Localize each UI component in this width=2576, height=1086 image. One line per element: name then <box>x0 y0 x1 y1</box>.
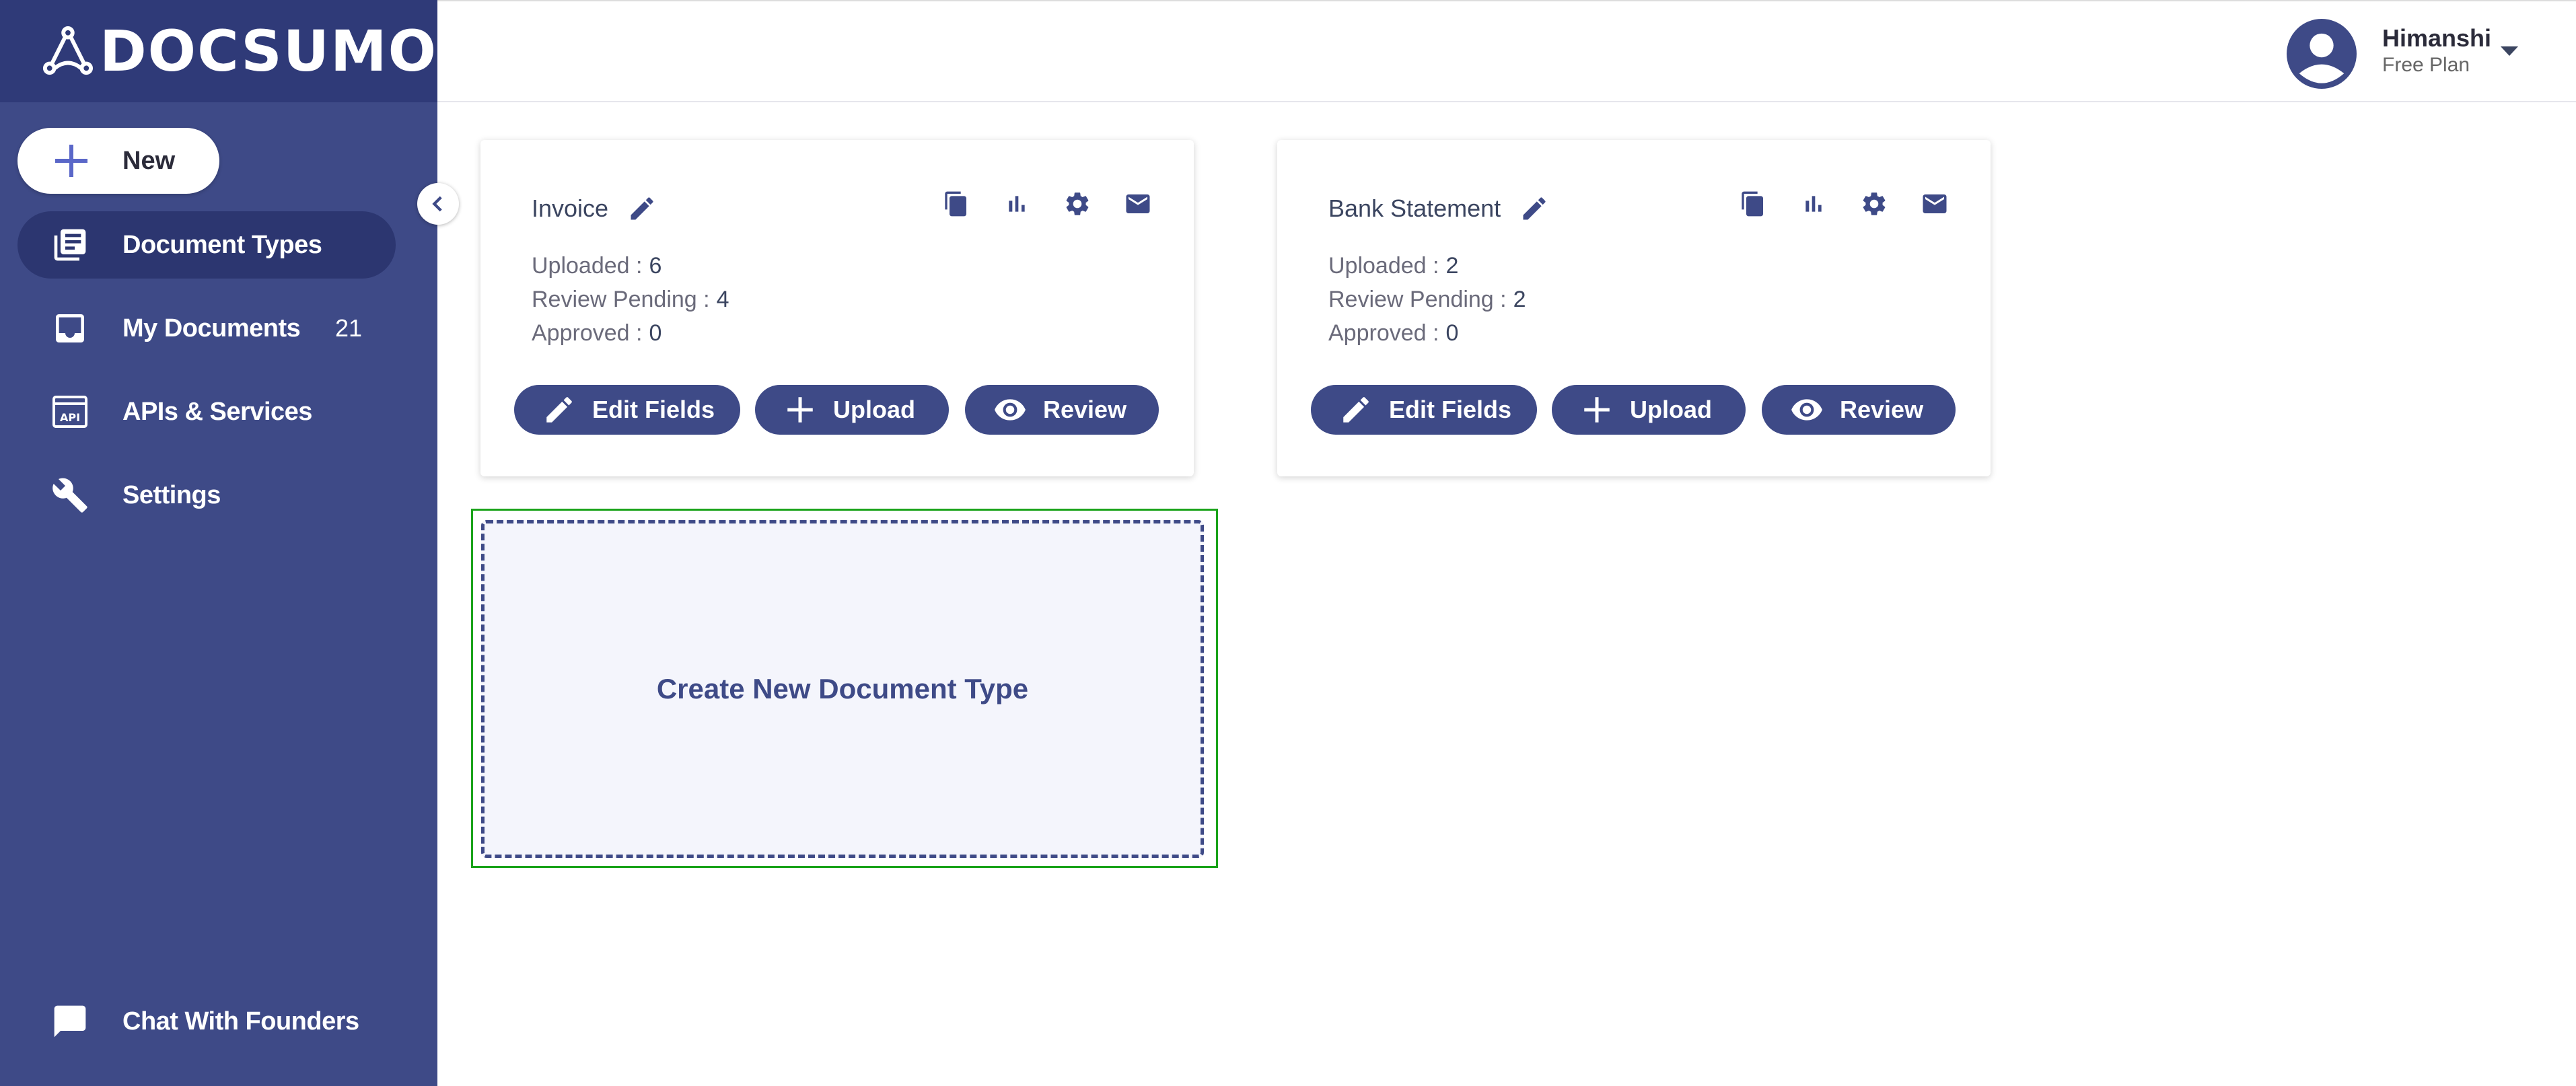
chat-icon <box>50 1001 90 1042</box>
stat-uploaded: Uploaded :2 <box>1328 249 1526 283</box>
card-title: Invoice <box>532 194 609 222</box>
button-label: Edit Fields <box>1389 396 1512 423</box>
eye-icon <box>1791 399 1822 421</box>
new-button[interactable]: New <box>17 128 219 194</box>
card-tools <box>1738 188 1980 219</box>
sidebar-item-my-documents[interactable]: My Documents 21 <box>17 295 396 362</box>
stat-label: Review Pending : <box>532 287 710 312</box>
review-button[interactable]: Review <box>1762 385 1956 435</box>
inbox-icon <box>50 308 90 349</box>
gear-icon[interactable] <box>1062 188 1093 219</box>
pencil-icon <box>1343 397 1369 423</box>
button-label: Upload <box>1630 396 1712 423</box>
document-type-card: Invoice Uploaded :6 Review Pending :4 Ap… <box>480 140 1194 476</box>
stat-value: 2 <box>1445 253 1459 279</box>
stat-value: 6 <box>649 253 662 279</box>
stat-approved: Approved :0 <box>532 316 729 350</box>
sidebar: DOCSUMO New Document Types My Documents … <box>0 0 437 1086</box>
sidebar-item-label: Document Types <box>122 230 322 259</box>
user-avatar-icon[interactable] <box>2287 19 2357 89</box>
pencil-icon[interactable] <box>1519 194 1549 223</box>
stat-label: Uploaded : <box>1328 253 1439 279</box>
sidebar-item-label: APIs & Services <box>122 397 312 426</box>
document-types-icon <box>50 225 90 265</box>
button-label: Upload <box>833 396 915 423</box>
button-label: Edit Fields <box>592 396 715 423</box>
stat-value: 0 <box>1445 320 1459 346</box>
stat-label: Review Pending : <box>1328 287 1507 312</box>
new-button-label: New <box>122 146 176 175</box>
edit-fields-button[interactable]: Edit Fields <box>1311 385 1537 435</box>
stat-label: Approved : <box>1328 320 1439 346</box>
card-title: Bank Statement <box>1328 194 1501 222</box>
stat-uploaded: Uploaded :6 <box>532 249 729 283</box>
logo-icon <box>42 26 94 75</box>
sidebar-item-settings[interactable]: Settings <box>17 462 396 529</box>
review-button[interactable]: Review <box>965 385 1159 435</box>
user-name[interactable]: Himanshi <box>2382 24 2491 52</box>
card-stats: Uploaded :6 Review Pending :4 Approved :… <box>532 249 729 350</box>
edit-fields-button[interactable]: Edit Fields <box>514 385 740 435</box>
stat-label: Uploaded : <box>532 253 643 279</box>
plus-icon <box>55 145 87 177</box>
pencil-icon[interactable] <box>627 194 657 223</box>
svg-text:API: API <box>60 411 80 424</box>
button-label: Review <box>1043 396 1127 423</box>
collapse-sidebar-button[interactable] <box>417 183 459 225</box>
sidebar-item-label: Settings <box>122 480 221 509</box>
mail-icon[interactable] <box>1919 188 1950 219</box>
sidebar-item-apis-services[interactable]: API APIs & Services <box>17 378 396 445</box>
stat-value: 0 <box>649 320 662 346</box>
card-stats: Uploaded :2 Review Pending :2 Approved :… <box>1328 249 1526 350</box>
document-type-card: Bank Statement Uploaded :2 Review Pendin… <box>1277 140 1991 476</box>
logo-text: DOCSUMO <box>99 18 437 84</box>
chat-with-founders[interactable]: Chat With Founders <box>17 988 396 1055</box>
stat-value: 4 <box>716 287 729 312</box>
bar-chart-icon[interactable] <box>1001 188 1032 219</box>
bar-chart-icon[interactable] <box>1798 188 1829 219</box>
plus-icon <box>787 397 813 423</box>
header <box>437 1 2576 102</box>
documents-count: 21 <box>334 314 362 342</box>
gear-icon[interactable] <box>1859 188 1890 219</box>
api-icon: API <box>50 392 90 432</box>
copy-icon[interactable] <box>941 188 972 219</box>
pencil-icon <box>546 397 572 423</box>
mail-icon[interactable] <box>1122 188 1153 219</box>
chevron-left-icon <box>432 196 442 212</box>
create-new-document-type-button[interactable]: Create New Document Type <box>481 520 1204 858</box>
upload-button[interactable]: Upload <box>1552 385 1746 435</box>
user-plan: Free Plan <box>2382 54 2470 76</box>
eye-icon <box>995 399 1026 421</box>
sidebar-item-document-types[interactable]: Document Types <box>17 211 396 279</box>
create-new-document-type-selection: Create New Document Type <box>471 509 1218 868</box>
tools-icon <box>50 475 90 515</box>
caret-down-icon[interactable] <box>2499 44 2519 58</box>
card-title-row: Invoice <box>532 194 657 223</box>
card-tools <box>941 188 1183 219</box>
stat-review-pending: Review Pending :4 <box>532 283 729 316</box>
stat-approved: Approved :0 <box>1328 316 1526 350</box>
copy-icon[interactable] <box>1738 188 1768 219</box>
button-label: Review <box>1840 396 1924 423</box>
sidebar-item-label: My Documents <box>122 314 301 342</box>
chat-label: Chat With Founders <box>122 1007 359 1036</box>
plus-icon <box>1584 397 1610 423</box>
stat-label: Approved : <box>532 320 643 346</box>
card-title-row: Bank Statement <box>1328 194 1549 223</box>
logo-bar: DOCSUMO <box>0 0 437 102</box>
upload-button[interactable]: Upload <box>755 385 949 435</box>
create-new-label: Create New Document Type <box>656 673 1029 704</box>
stat-review-pending: Review Pending :2 <box>1328 283 1526 316</box>
stat-value: 2 <box>1513 287 1526 312</box>
